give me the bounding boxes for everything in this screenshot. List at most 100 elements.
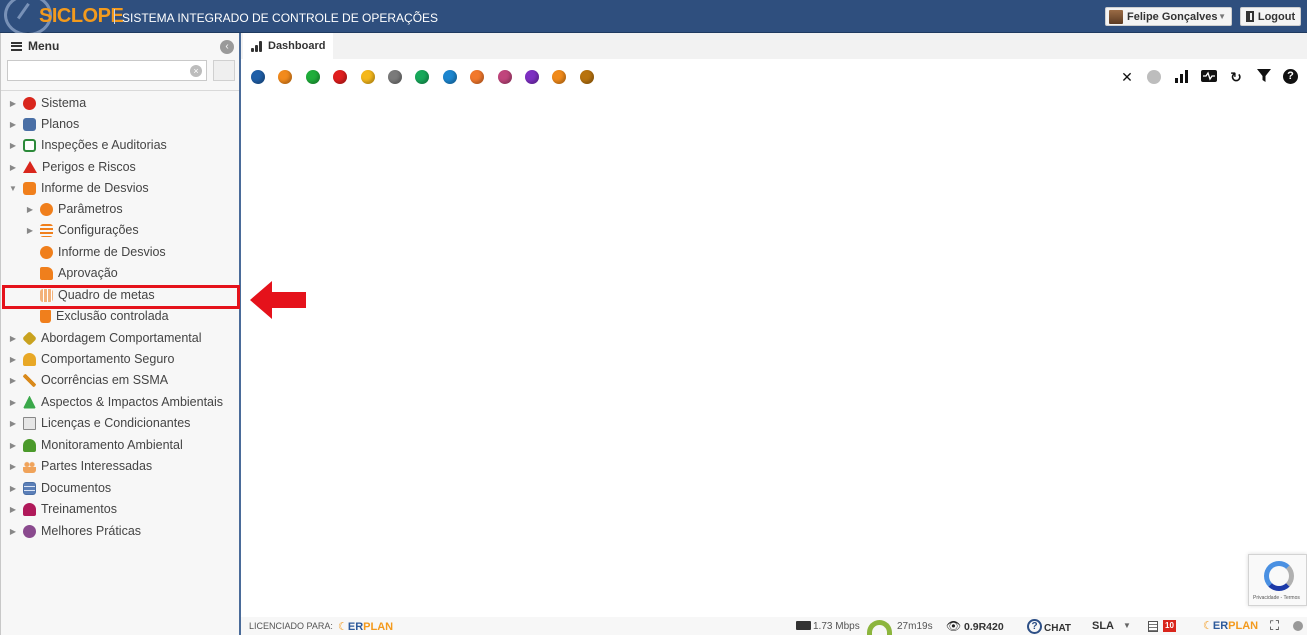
sidebar-item-label: Comportamento Seguro <box>41 352 175 366</box>
tab-label: Dashboard <box>268 40 326 52</box>
sidebar-item-inspecoes[interactable]: ▶ Inspeções e Auditorias <box>9 135 167 155</box>
chat-icon[interactable]: ? <box>1027 619 1042 634</box>
bar-chart-icon[interactable] <box>1174 69 1190 85</box>
sidebar-item-label: Licenças e Condicionantes <box>41 416 191 430</box>
recycle-icon <box>23 395 36 409</box>
expand-icon[interactable]: ▶ <box>26 205 34 214</box>
sidebar-item-label: Sistema <box>41 96 87 110</box>
whatsapp-icon <box>40 245 53 259</box>
color-dot-icon[interactable] <box>470 70 485 84</box>
sidebar-item-label: Aspectos & Impactos Ambientais <box>41 395 224 409</box>
recaptcha-badge[interactable]: Privacidade - Termos <box>1248 554 1307 606</box>
sidebar-item-informe-desvios-sub[interactable]: Informe de Desvios <box>40 242 166 262</box>
menu-header: Menu <box>1 33 239 59</box>
color-dot-icon[interactable] <box>360 70 375 84</box>
fullscreen-icon[interactable]: ⛶ <box>1270 618 1279 634</box>
user-menu-button[interactable]: Felipe Gonçalves ▼ <box>1105 7 1232 26</box>
logout-button[interactable]: Logout <box>1240 7 1301 26</box>
notes-icon[interactable] <box>1148 621 1158 632</box>
sidebar-item-label: Ocorrências em SSMA <box>41 373 169 387</box>
color-dot-icon[interactable] <box>305 70 320 84</box>
notification-badge[interactable]: 10 <box>1163 620 1176 632</box>
table-icon <box>23 481 36 495</box>
expand-icon[interactable]: ▶ <box>9 376 17 385</box>
color-dot-icon[interactable] <box>525 70 539 84</box>
filter-icon[interactable] <box>1256 69 1272 85</box>
expand-icon[interactable]: ▶ <box>26 226 34 235</box>
color-dot-icon[interactable] <box>497 70 512 84</box>
color-dot-icon[interactable] <box>442 70 457 84</box>
chevron-down-icon[interactable]: ▼ <box>1123 621 1131 630</box>
color-dot-icon[interactable] <box>415 70 430 84</box>
color-dot-icon[interactable] <box>552 70 567 84</box>
expand-icon[interactable]: ▶ <box>9 141 17 150</box>
pulse-icon[interactable] <box>1201 69 1217 85</box>
folder-open-icon <box>23 181 36 195</box>
chat-label[interactable]: CHAT <box>1044 623 1071 634</box>
color-dot-icon[interactable] <box>251 70 265 84</box>
door-icon <box>1245 11 1254 22</box>
hamburger-icon[interactable] <box>11 41 22 51</box>
app-logo[interactable]: SICLOPE <box>39 5 124 28</box>
people-icon <box>23 459 36 473</box>
search-input[interactable] <box>7 60 207 81</box>
color-dot-icon[interactable] <box>278 70 293 84</box>
sidebar-item-parametros[interactable]: ▶ Parâmetros <box>26 199 123 219</box>
expand-icon[interactable]: ▶ <box>9 484 17 493</box>
expand-icon[interactable]: ▶ <box>9 99 17 108</box>
sidebar-item-abordagem[interactable]: ▶ Abordagem Comportamental <box>9 328 202 348</box>
clear-icon[interactable]: × <box>190 65 202 77</box>
sidebar-item-documentos[interactable]: ▶ Documentos <box>9 478 111 498</box>
sidebar-item-label: Inspeções e Auditorias <box>41 138 167 152</box>
sidebar-item-aprovacao[interactable]: Aprovação <box>40 263 118 283</box>
expand-icon[interactable]: ▶ <box>9 163 17 172</box>
sidebar-item-exclusao[interactable]: Exclusão controlada <box>40 306 169 326</box>
collapse-sidebar-icon[interactable]: ‹ <box>220 40 234 54</box>
color-dot-icon[interactable] <box>388 70 402 84</box>
sidebar-item-melhores[interactable]: ▶ Melhores Práticas <box>9 521 141 541</box>
expand-icon[interactable]: ▶ <box>9 419 17 428</box>
red-arrow-icon <box>250 281 306 319</box>
sidebar-item-comportamento[interactable]: ▶ Comportamento Seguro <box>9 349 174 369</box>
sidebar-item-planos[interactable]: ▶ Planos <box>9 114 79 134</box>
expand-icon[interactable]: ▶ <box>9 355 17 364</box>
expand-icon[interactable]: ▶ <box>9 441 17 450</box>
expand-icon[interactable]: ▶ <box>9 398 17 407</box>
help-icon[interactable]: ? <box>1283 69 1298 84</box>
expand-icon[interactable]: ▶ <box>9 334 17 343</box>
trash-icon <box>40 309 51 323</box>
expand-icon[interactable]: ▶ <box>9 527 17 536</box>
sidebar-item-treinamentos[interactable]: ▶ Treinamentos <box>9 499 117 519</box>
teacher-icon <box>23 502 36 516</box>
sidebar-item-monitoramento[interactable]: ▶ Monitoramento Ambiental <box>9 435 183 455</box>
sla-label[interactable]: SLA <box>1092 620 1114 632</box>
expand-icon[interactable]: ▶ <box>9 120 17 129</box>
sidebar-item-partes[interactable]: ▶ Partes Interessadas <box>9 456 152 476</box>
collapse-icon[interactable]: ▼ <box>9 184 17 193</box>
sidebar-item-perigos[interactable]: ▶ Perigos e Riscos <box>9 157 136 177</box>
color-dot-icon[interactable] <box>333 70 348 84</box>
recaptcha-text[interactable]: Privacidade - Termos <box>1253 595 1300 601</box>
sidebar: Menu ‹ × ▶ Sistema ▶ Planos ▶ Inspeções … <box>0 33 241 635</box>
sidebar-item-aspectos[interactable]: ▶ Aspectos & Impactos Ambientais <box>9 392 223 412</box>
sidebar-item-label: Informe de Desvios <box>58 245 166 259</box>
sidebar-item-informe-desvios[interactable]: ▼ Informe de Desvios <box>9 178 149 198</box>
tab-dashboard[interactable]: Dashboard <box>243 33 333 59</box>
sidebar-item-configuracoes[interactable]: ▶ Configurações <box>26 220 139 240</box>
color-dot-icon[interactable] <box>579 70 594 84</box>
sidebar-item-label: Aprovação <box>58 266 118 280</box>
expand-icon[interactable]: ▶ <box>9 505 17 514</box>
sidebar-item-ocorrencias[interactable]: ▶ Ocorrências em SSMA <box>9 370 168 390</box>
sidebar-item-label: Exclusão controlada <box>56 309 169 323</box>
sidebar-item-sistema[interactable]: ▶ Sistema <box>9 93 86 113</box>
gauge-icon <box>867 620 892 635</box>
expand-icon[interactable]: ▶ <box>9 462 17 471</box>
search-button[interactable] <box>213 60 235 81</box>
erplan-moon-icon: ☾ <box>338 621 348 633</box>
sidebar-item-label: Parâmetros <box>58 202 123 216</box>
sidebar-item-licencas[interactable]: ▶ Licenças e Condicionantes <box>9 413 190 433</box>
gray-circle-icon[interactable] <box>1147 70 1161 84</box>
refresh-icon[interactable]: ↻ <box>1228 69 1244 85</box>
sidebar-item-label: Configurações <box>58 223 139 237</box>
close-icon[interactable]: ✕ <box>1119 69 1135 85</box>
